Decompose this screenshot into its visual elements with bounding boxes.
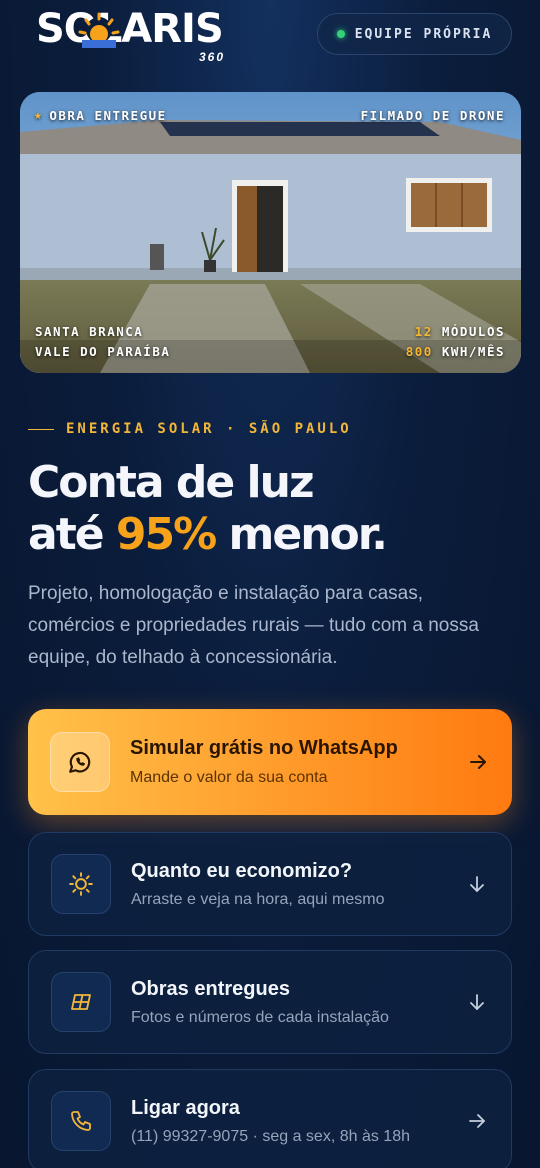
arrow-right-icon (469, 1114, 485, 1128)
arrow-down-icon (470, 876, 484, 892)
whatsapp-button-title: Simular grátis no WhatsApp (130, 737, 398, 759)
eyebrow-label: ENERGIA SOLAR · SÃO PAULO (66, 421, 352, 437)
photo-city: SANTA BRANCA (35, 324, 144, 339)
photo-tag-delivered-label: OBRA ENTREGUE (49, 108, 167, 123)
sun-icon-box (51, 854, 111, 914)
eyebrow-divider (28, 428, 54, 430)
description: Projeto, homologação e instalação para c… (28, 583, 479, 668)
status-dot-icon (336, 30, 345, 38)
energy-label: KWH/MÊS (441, 344, 505, 359)
projects-button-subtitle: Fotos e números de cada instalação (131, 1009, 389, 1026)
energy-value: 800 (405, 344, 433, 359)
savings-calculator-button[interactable]: Quanto eu economizo? Arraste e veja na h… (28, 832, 512, 936)
projects-button-title: Obras entregues (131, 978, 290, 1000)
modules-value: 12 (414, 324, 433, 339)
delivered-projects-button[interactable]: Obras entregues Fotos e números de cada … (28, 950, 512, 1054)
solar-panel-icon-box (51, 972, 111, 1032)
logo-text: SOLARIS (36, 6, 224, 52)
headline-line-1: Conta de luz (28, 457, 315, 508)
headline-highlight: 95% (115, 509, 217, 560)
savings-button-subtitle: Arraste e veja na hora, aqui mesmo (131, 891, 385, 908)
call-button-subtitle: (11) 99327-9075 · seg a sex, 8h às 18h (131, 1128, 410, 1145)
page-title: Conta de luz até 95% menor. (28, 457, 528, 561)
logo[interactable]: SOLARIS 360 (36, 6, 236, 66)
sun-icon (69, 872, 93, 896)
header: SOLARIS 360 EQUIPE PRÓPRIA (0, 0, 540, 72)
phone-icon (71, 1111, 91, 1131)
team-badge-label: EQUIPE PRÓPRIA (354, 26, 493, 42)
headline-pre: até (28, 509, 116, 560)
call-now-button[interactable]: Ligar agora (11) 99327-9075 · seg a sex,… (28, 1069, 512, 1168)
modules-label: MÓDULOS (441, 324, 505, 339)
arrow-right-icon (470, 755, 486, 769)
whatsapp-simulate-button[interactable]: Simular grátis no WhatsApp Mande o valor… (28, 709, 512, 815)
star-icon: ★ (34, 108, 44, 123)
whatsapp-icon-box (50, 732, 110, 792)
photo-tag-drone: FILMADO DE DRONE (360, 108, 505, 123)
call-button-title: Ligar agora (131, 1097, 240, 1119)
whatsapp-button-subtitle: Mande o valor da sua conta (130, 769, 328, 786)
eyebrow: ENERGIA SOLAR · SÃO PAULO (28, 421, 352, 437)
team-badge: EQUIPE PRÓPRIA (317, 13, 512, 55)
hero-photo[interactable]: ★ OBRA ENTREGUE FILMADO DE DRONE SANTA B… (20, 92, 521, 373)
photo-location: SANTA BRANCA VALE DO PARAÍBA (35, 322, 170, 362)
whatsapp-icon (69, 751, 91, 773)
solar-panel-icon (71, 994, 91, 1010)
savings-button-title: Quanto eu economizo? (131, 860, 353, 882)
arrow-down-icon (470, 994, 484, 1010)
logo-sun-icon (78, 12, 120, 48)
headline-post: menor. (215, 509, 388, 560)
photo-tag-delivered: ★ OBRA ENTREGUE (34, 108, 167, 123)
phone-icon-box (51, 1091, 111, 1151)
photo-stats: 12 MÓDULOS 800 KWH/MÊS (406, 322, 505, 362)
logo-subtitle: 360 (199, 50, 226, 64)
photo-region: VALE DO PARAÍBA (35, 344, 171, 359)
